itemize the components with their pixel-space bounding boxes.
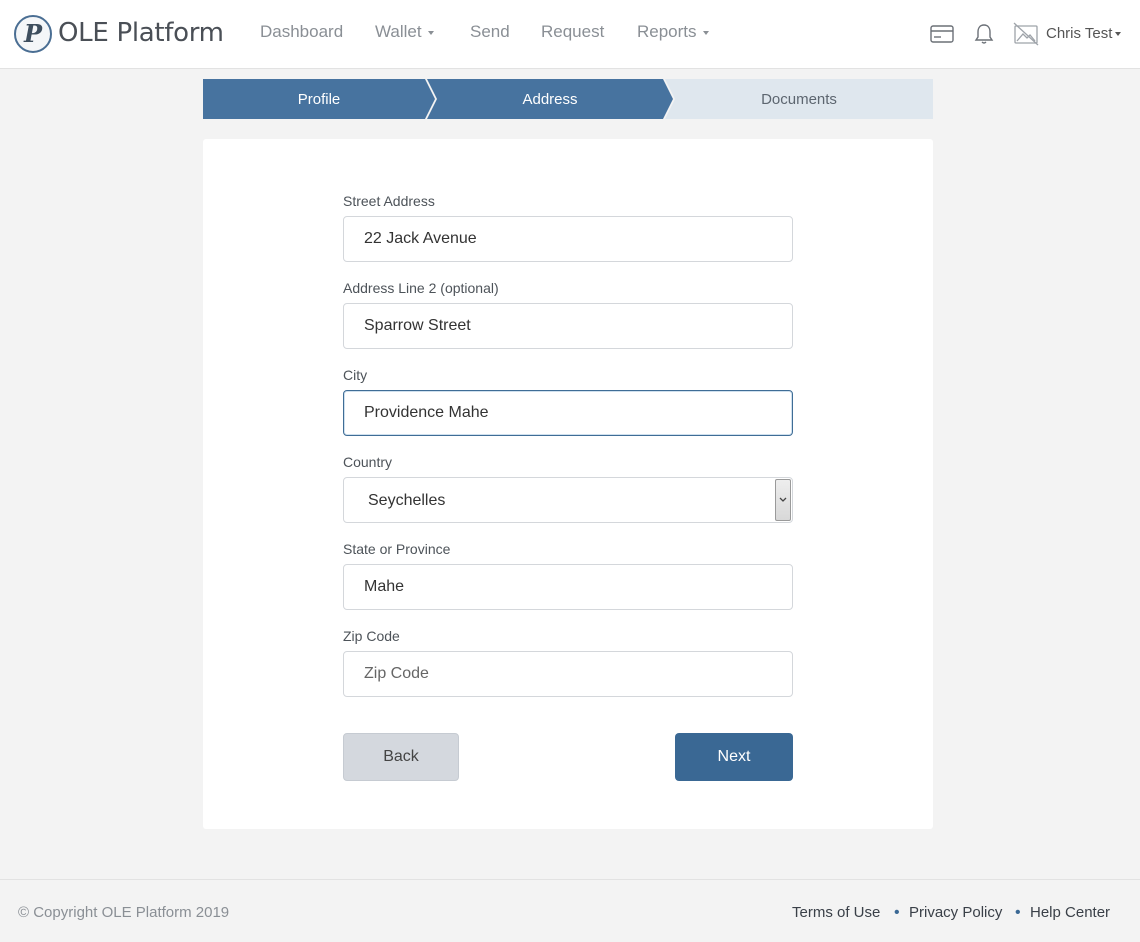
nav-send[interactable]: Send (470, 22, 510, 42)
nav-wallet-label: Wallet (375, 22, 422, 41)
nav-dashboard[interactable]: Dashboard (260, 22, 343, 42)
street-address-input[interactable] (343, 216, 793, 262)
bell-icon[interactable] (974, 23, 994, 50)
logo-letter: P (23, 19, 43, 48)
logo-icon[interactable]: P (14, 15, 52, 53)
step-label: Address (522, 90, 578, 108)
step-profile[interactable]: Profile (203, 79, 435, 119)
step-label: Documents (761, 90, 837, 108)
avatar[interactable] (1013, 22, 1039, 51)
city-label: City (343, 367, 368, 383)
chevron-down-icon (702, 30, 709, 35)
top-navbar: P OLE Platform Dashboard Wallet Send Req… (0, 0, 1140, 69)
separator-dot: • (894, 904, 900, 921)
zip-code-input[interactable] (343, 651, 793, 697)
progress-stepper: Profile Address Documents (203, 79, 933, 119)
state-province-input[interactable] (343, 564, 793, 610)
user-name: Chris Test (1046, 25, 1113, 42)
address-line2-input[interactable] (343, 303, 793, 349)
chevron-down-icon[interactable] (775, 479, 791, 521)
nav-send-label: Send (470, 22, 510, 41)
copyright-text: © Copyright OLE Platform 2019 (18, 904, 230, 921)
next-button-label: Next (717, 748, 751, 765)
country-selected-value: Seychelles (368, 492, 446, 509)
nav-wallet[interactable]: Wallet (375, 22, 434, 42)
brand-name[interactable]: OLE Platform (58, 18, 224, 48)
back-button-label: Back (383, 748, 419, 765)
nav-reports-label: Reports (637, 22, 697, 41)
chevron-down-icon (1115, 32, 1122, 37)
footer: © Copyright OLE Platform 2019 Terms of U… (0, 879, 1140, 942)
city-input[interactable] (343, 390, 793, 436)
step-documents[interactable]: Documents (665, 79, 933, 119)
separator-dot: • (1015, 904, 1021, 921)
next-button[interactable]: Next (675, 733, 793, 781)
street-address-label: Street Address (343, 193, 435, 209)
privacy-policy-link[interactable]: Privacy Policy (909, 904, 1002, 921)
nav-reports[interactable]: Reports (637, 22, 709, 42)
back-button[interactable]: Back (343, 733, 459, 781)
zip-code-label: Zip Code (343, 628, 400, 644)
step-label: Profile (297, 90, 341, 108)
nav-request-label: Request (541, 22, 605, 41)
credit-card-icon[interactable] (930, 23, 954, 50)
help-center-link[interactable]: Help Center (1030, 904, 1110, 921)
address-line2-label: Address Line 2 (optional) (343, 280, 499, 296)
step-address[interactable]: Address (427, 79, 673, 119)
terms-of-use-link[interactable]: Terms of Use (792, 904, 880, 921)
state-province-label: State or Province (343, 541, 451, 557)
user-menu[interactable]: Chris Test (1046, 25, 1122, 42)
country-select[interactable]: Seychelles (343, 477, 793, 523)
chevron-down-icon (427, 30, 434, 35)
nav-request[interactable]: Request (541, 22, 604, 42)
nav-dashboard-label: Dashboard (260, 22, 344, 41)
country-label: Country (343, 454, 393, 470)
